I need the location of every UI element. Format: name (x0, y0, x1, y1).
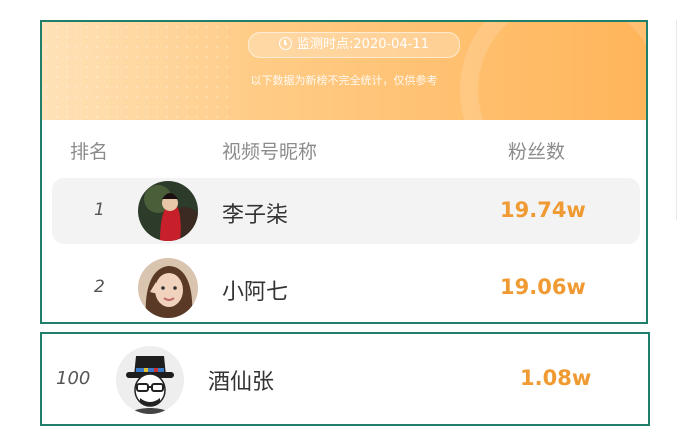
row-name: 小阿七 (222, 280, 289, 305)
avatar[interactable] (138, 258, 198, 318)
row-name: 酒仙张 (208, 370, 275, 395)
avatar[interactable] (116, 346, 184, 414)
row-rank: 2 (94, 277, 105, 297)
monitor-date-badge: 监测时点:2020-04-11 (248, 32, 460, 58)
row-fans: 19.74w (500, 198, 586, 222)
banner-decoration (460, 22, 646, 198)
avatar[interactable] (138, 181, 198, 241)
row-fans: 1.08w (520, 366, 592, 390)
clock-icon (279, 37, 293, 50)
row-rank: 1 (94, 200, 105, 220)
header-fans: 粉丝数 (508, 141, 566, 163)
ranking-panel: 监测时点:2020-04-11 以下数据为新榜不完全统计，仅供参考 排名 视频号… (40, 20, 648, 324)
monitor-date-label: 监测时点:2020-04-11 (297, 37, 429, 52)
divider (676, 20, 677, 220)
data-notice: 以下数据为新榜不完全统计，仅供参考 (250, 74, 438, 87)
table-header: 排名 视频号昵称 粉丝数 (42, 137, 646, 167)
header-rank: 排名 (70, 141, 109, 163)
highlight-row[interactable]: 100 酒仙张 1.08w (40, 332, 650, 426)
table-row[interactable]: 2 小阿七 19.06w (52, 255, 640, 321)
table-row[interactable]: 1 李子柒 19.74w (52, 178, 640, 244)
row-rank: 100 (56, 368, 91, 389)
banner-pattern (42, 22, 232, 120)
header-name: 视频号昵称 (222, 141, 318, 163)
row-name: 李子柒 (222, 203, 289, 228)
banner: 监测时点:2020-04-11 以下数据为新榜不完全统计，仅供参考 (42, 22, 646, 198)
row-fans: 19.06w (500, 275, 586, 299)
